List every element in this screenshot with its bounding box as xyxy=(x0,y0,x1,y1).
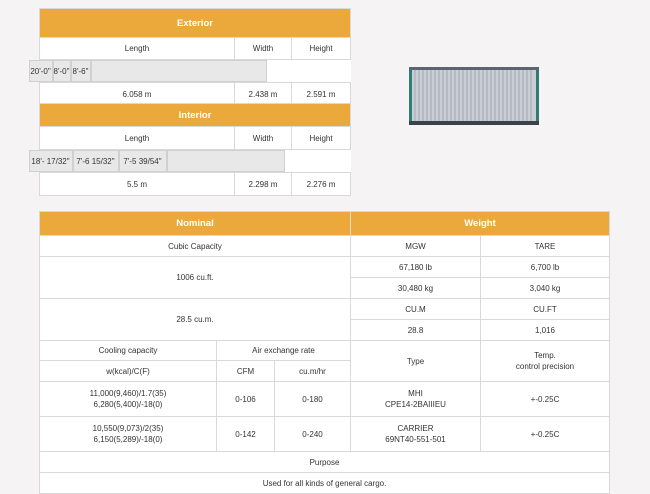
interior-metric-length: 5.5 m xyxy=(39,172,235,196)
table-row: 10,550(9,073)/2(35) 6,150(5,289)/-18(0) … xyxy=(39,416,610,452)
interior-imperial-width: 7'-6 15/32" xyxy=(72,150,119,172)
exterior-height-header: Height xyxy=(290,37,352,60)
mgw-kg: 30,480 kg xyxy=(350,277,481,299)
temp-value: +-0.25C xyxy=(480,416,610,452)
temp-label-line2: control precision xyxy=(515,362,575,371)
cum-hr-label: cu.m/hr xyxy=(274,360,351,382)
exterior-length-header: Length xyxy=(39,37,235,60)
cooling-capacity-label: Cooling capacity xyxy=(39,340,217,361)
type-value: CARRIER 69NT40-551-501 xyxy=(350,416,481,452)
exterior-imperial-height: 8'-6" xyxy=(70,60,91,82)
nominal-weight-table: Nominal Weight Cubic Capacity MGW TARE 1… xyxy=(39,211,610,494)
exterior-imperial-row: 20'-0" 8'-0" 8'-6" xyxy=(28,60,351,83)
cfm-value: 0-106 xyxy=(216,381,275,417)
cuft-label: CU.FT xyxy=(480,298,610,320)
cubic-meters-value: 28.5 cu.m. xyxy=(39,298,351,341)
interior-length-header: Length xyxy=(39,126,235,150)
cooling-line: 11,000(9,460)/1.7(35) xyxy=(89,389,167,398)
cum-hr-value: 0-240 xyxy=(274,416,351,452)
interior-imperial-row: 18'- 17/32" 7'-6 15/32" 7'-5 39/54" xyxy=(28,150,351,173)
interior-height-header: Height xyxy=(290,126,352,150)
temp-label-line1: Temp. xyxy=(534,351,556,360)
type-value: MHI CPE14-2BAIIIEU xyxy=(350,381,481,417)
weight-title: Weight xyxy=(350,211,610,236)
cooling-line: 6,150(5,289)/-18(0) xyxy=(93,435,163,444)
purpose-text: Used for all kinds of general cargo. xyxy=(39,472,610,494)
type-model: 69NT40-551-501 xyxy=(385,435,446,444)
cum-hr-value: 0-180 xyxy=(274,381,351,417)
type-label: Type xyxy=(350,340,481,382)
mgw-lb: 67,180 lb xyxy=(350,256,481,278)
tare-lb: 6,700 lb xyxy=(480,256,610,278)
exterior-width-header: Width xyxy=(234,37,292,60)
interior-imperial-height: 7'-5 39/54" xyxy=(118,150,167,172)
cooling-units-label: w(kcal)/C(F) xyxy=(39,360,217,382)
interior-table: Interior Length Width Height 18'- 17/32"… xyxy=(28,103,352,196)
nominal-title: Nominal xyxy=(39,211,351,236)
cooling-value: 11,000(9,460)/1.7(35) 6,280(5,400)/-18(0… xyxy=(39,381,217,417)
interior-width-header: Width xyxy=(234,126,292,150)
tare-kg: 3,040 kg xyxy=(480,277,610,299)
container-image xyxy=(409,67,539,125)
exterior-imperial-width: 8'-0" xyxy=(52,60,71,82)
cuft-value: 1,016 xyxy=(480,319,610,341)
exterior-imperial-length: 20'-0" xyxy=(28,60,53,82)
interior-metric-height: 2.276 m xyxy=(290,172,352,196)
type-model: CPE14-2BAIIIEU xyxy=(385,400,446,409)
table-row: 11,000(9,460)/1.7(35) 6,280(5,400)/-18(0… xyxy=(39,381,610,417)
type-maker: MHI xyxy=(408,389,423,398)
interior-title: Interior xyxy=(38,103,352,127)
type-maker: CARRIER xyxy=(397,424,434,433)
temp-value: +-0.25C xyxy=(480,381,610,417)
cum-value: 28.8 xyxy=(350,319,481,341)
exterior-title: Exterior xyxy=(38,8,352,38)
cooling-line: 10,550(9,073)/2(35) xyxy=(92,424,164,433)
cooling-value: 10,550(9,073)/2(35) 6,150(5,289)/-18(0) xyxy=(39,416,217,452)
cum-label: CU.M xyxy=(350,298,481,320)
mgw-label: MGW xyxy=(350,235,481,257)
exterior-table: Exterior Length Width Height 20'-0" 8'-0… xyxy=(28,8,352,107)
interior-imperial-length: 18'- 17/32" xyxy=(28,150,73,172)
cooling-line: 6,280(5,400)/-18(0) xyxy=(93,400,163,409)
purpose-label: Purpose xyxy=(39,451,610,473)
air-exchange-label: Air exchange rate xyxy=(216,340,351,361)
cubic-capacity-label: Cubic Capacity xyxy=(39,235,351,257)
cfm-label: CFM xyxy=(216,360,275,382)
cfm-value: 0-142 xyxy=(216,416,275,452)
temp-precision-label: Temp. control precision xyxy=(480,340,610,382)
cubic-feet-value: 1006 cu.ft. xyxy=(39,256,351,299)
interior-metric-width: 2.298 m xyxy=(234,172,292,196)
tare-label: TARE xyxy=(480,235,610,257)
